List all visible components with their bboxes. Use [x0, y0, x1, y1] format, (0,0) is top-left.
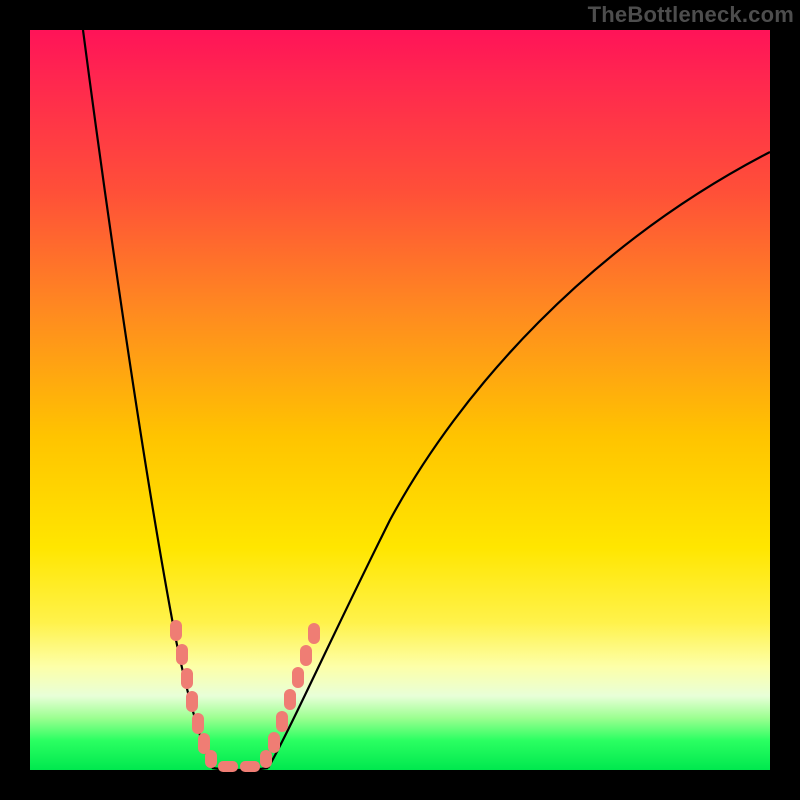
bead-icon	[308, 623, 320, 644]
bead-icon	[240, 761, 260, 772]
bead-icon	[260, 750, 272, 768]
bead-icon	[268, 732, 280, 753]
bead-icon	[176, 644, 188, 665]
curve-right-branch	[268, 152, 770, 768]
bead-icon	[186, 691, 198, 712]
bead-icon	[192, 713, 204, 734]
bead-icon	[170, 620, 182, 641]
bead-icon	[284, 689, 296, 710]
curve-left-branch	[83, 30, 212, 768]
bead-icon	[218, 761, 238, 772]
watermark-text: TheBottleneck.com	[588, 2, 794, 28]
bottleneck-curve-svg	[30, 30, 770, 770]
bead-cluster-right	[260, 623, 320, 768]
bead-icon	[292, 667, 304, 688]
bead-icon	[276, 711, 288, 732]
bead-icon	[300, 645, 312, 666]
bead-icon	[205, 750, 217, 768]
bead-icon	[181, 668, 193, 689]
plot-frame	[30, 30, 770, 770]
